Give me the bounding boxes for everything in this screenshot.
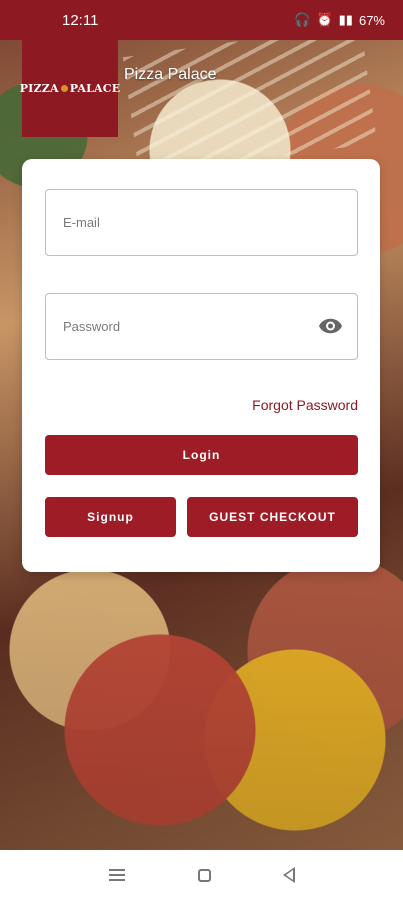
signal-icon: ▮▮ — [338, 12, 353, 27]
logo-text-pizza: PIZZA — [19, 82, 59, 95]
email-field[interactable] — [45, 189, 358, 256]
password-input[interactable] — [46, 294, 357, 359]
login-button[interactable]: Login — [45, 435, 358, 475]
back-icon[interactable] — [283, 867, 295, 883]
status-bar: 12:11 🎧 ⏰ ▮▮ 67% — [0, 0, 403, 40]
headphones-icon: 🎧 — [294, 12, 311, 27]
alarm-icon: ⏰ — [316, 12, 333, 27]
battery-text: 67% — [358, 12, 385, 28]
guest-checkout-button[interactable]: GUEST CHECKOUT — [187, 497, 358, 537]
logo-text-palace: PALACE — [69, 82, 121, 95]
menu-icon[interactable] — [108, 866, 126, 884]
pizza-palace-logo: PIZZA PALACE — [20, 40, 121, 137]
logo-wordmark: PIZZA PALACE — [20, 82, 121, 95]
login-card: Forgot Password Login Signup GUEST CHECK… — [22, 159, 380, 572]
system-navigation-bar — [0, 850, 403, 900]
status-icons: 🎧 ⏰ ▮▮ 67% — [294, 12, 385, 28]
app-title: Pizza Palace — [124, 66, 217, 83]
forgot-password-link[interactable]: Forgot Password — [252, 397, 358, 413]
eye-icon[interactable] — [318, 317, 343, 335]
home-icon[interactable] — [198, 868, 211, 882]
password-field[interactable] — [45, 293, 358, 360]
email-input[interactable] — [46, 190, 357, 255]
status-time: 12:11 — [62, 11, 99, 29]
signup-button[interactable]: Signup — [45, 497, 176, 537]
pizza-logo-icon — [60, 85, 68, 92]
